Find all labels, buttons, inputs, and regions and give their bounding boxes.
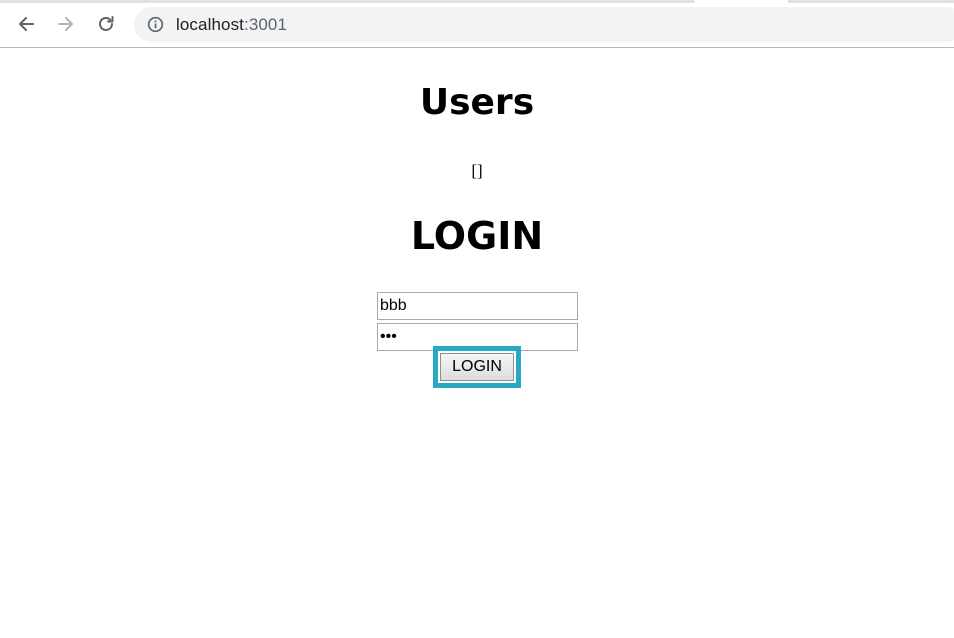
login-heading: LOGIN	[410, 214, 544, 258]
info-icon[interactable]	[146, 16, 164, 34]
url-port: :3001	[244, 14, 288, 34]
url-host: localhost	[176, 14, 244, 34]
users-list: []	[471, 161, 483, 180]
login-button[interactable]: LOGIN	[440, 353, 514, 381]
forward-arrow-icon	[58, 17, 73, 31]
back-button[interactable]	[14, 12, 38, 36]
reload-button[interactable]	[94, 12, 118, 36]
browser-toolbar: localhost:3001	[0, 0, 954, 48]
username-input[interactable]	[377, 292, 578, 320]
forward-button[interactable]	[54, 12, 78, 36]
back-arrow-icon	[19, 17, 34, 31]
users-heading: Users	[419, 82, 535, 123]
url-text: localhost:3001	[176, 15, 287, 35]
reload-icon	[99, 16, 114, 31]
tab-strip	[0, 0, 954, 3]
address-bar[interactable]: localhost:3001	[134, 7, 954, 42]
